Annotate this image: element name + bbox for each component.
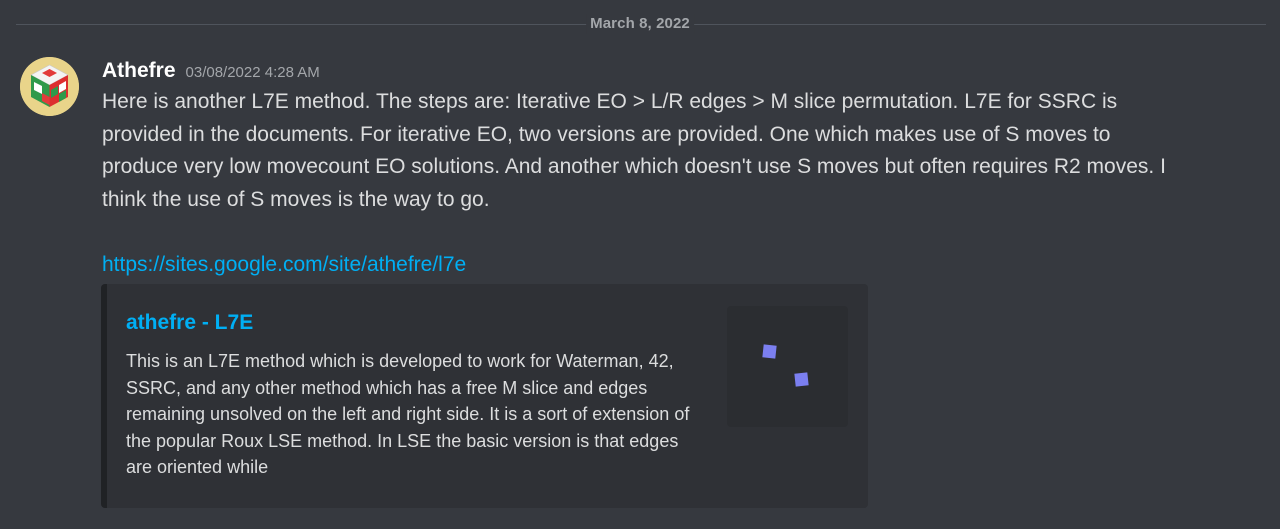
loading-dot xyxy=(762,344,777,359)
user-avatar[interactable] xyxy=(20,57,79,116)
link-embed: athefre - L7E This is an L7E method whic… xyxy=(101,284,868,508)
embed-description: This is an L7E method which is developed… xyxy=(126,351,690,477)
author-name[interactable]: Athefre xyxy=(102,57,176,85)
loading-dot xyxy=(794,372,809,387)
message-link[interactable]: https://sites.google.com/site/athefre/l7… xyxy=(102,249,466,281)
message-header: Athefre 03/08/2022 4:28 AM xyxy=(102,57,320,85)
message-timestamp[interactable]: 03/08/2022 4:28 AM xyxy=(186,59,320,87)
message-text: Here is another L7E method. The steps ar… xyxy=(102,90,1166,211)
embed-title[interactable]: athefre - L7E xyxy=(126,310,253,336)
rubiks-cube-icon xyxy=(20,57,79,116)
embed-thumbnail[interactable] xyxy=(727,306,848,427)
date-divider-label: March 8, 2022 xyxy=(586,14,694,34)
